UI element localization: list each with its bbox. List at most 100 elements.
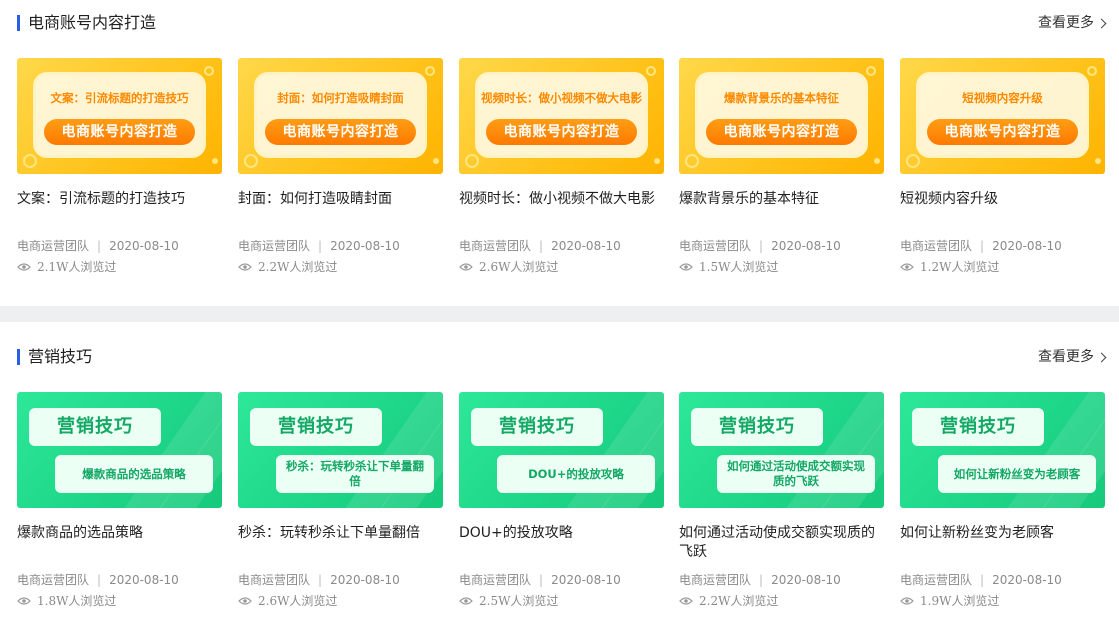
thumbnail-category: 营销技巧 <box>691 408 823 446</box>
eye-icon <box>17 597 31 605</box>
eye-icon <box>679 263 693 271</box>
card-date: 2020-08-10 <box>109 239 179 253</box>
card-views-count: 1.5W人浏览过 <box>699 260 779 274</box>
card-title[interactable]: DOU+的投放攻略 <box>459 524 664 543</box>
section-title: 营销技巧 <box>28 347 93 366</box>
section-header: 营销技巧 查看更多 <box>17 347 1107 367</box>
card-thumbnail[interactable]: 营销技巧 如何通过活动使成交额实现质的飞跃 <box>679 392 884 508</box>
section-divider <box>0 306 1119 322</box>
card-author: 电商运营团队 <box>900 239 973 253</box>
card-date: 2020-08-10 <box>330 239 400 253</box>
card-meta: 电商运营团队 | 2020-08-10 <box>679 239 841 253</box>
card-thumbnail[interactable]: 封面：如何打造吸睛封面 电商账号内容打造 <box>238 58 443 174</box>
card-views: 2.2W人浏览过 <box>679 593 778 609</box>
course-card[interactable]: 文案：引流标题的打造技巧 电商账号内容打造 文案：引流标题的打造技巧 电商运营团… <box>17 58 222 274</box>
card-title[interactable]: 如何让新粉丝变为老顾客 <box>900 524 1105 543</box>
thumbnail-title: 短视频内容升级 <box>962 90 1043 105</box>
chevron-right-icon <box>1096 18 1107 29</box>
eye-icon <box>459 597 473 605</box>
card-views-count: 2.2W人浏览过 <box>258 260 338 274</box>
thumbnail-category: 营销技巧 <box>912 408 1044 446</box>
card-meta: 电商运营团队 | 2020-08-10 <box>900 573 1062 587</box>
card-date: 2020-08-10 <box>551 573 621 587</box>
view-more-label[interactable]: 查看更多 <box>1038 348 1094 366</box>
card-meta: 电商运营团队 | 2020-08-10 <box>459 239 621 253</box>
card-title[interactable]: 封面：如何打造吸睛封面 <box>238 190 443 209</box>
course-card[interactable]: 视频时长：做小视频不做大电影 电商账号内容打造 视频时长：做小视频不做大电影 电… <box>459 58 664 274</box>
card-views-count: 1.9W人浏览过 <box>920 594 1000 608</box>
card-date: 2020-08-10 <box>771 239 841 253</box>
card-meta: 电商运营团队 | 2020-08-10 <box>900 239 1062 253</box>
card-date: 2020-08-10 <box>551 239 621 253</box>
card-title[interactable]: 秒杀：玩转秒杀让下单量翻倍 <box>238 524 443 543</box>
course-card[interactable]: 爆款背景乐的基本特征 电商账号内容打造 爆款背景乐的基本特征 电商运营团队 | 20… <box>679 58 884 274</box>
section-header: 电商账号内容打造 查看更多 <box>17 13 1107 33</box>
card-author: 电商运营团队 <box>679 239 752 253</box>
thumbnail-pill: 电商账号内容打造 <box>44 119 195 145</box>
card-title[interactable]: 短视频内容升级 <box>900 190 1105 209</box>
card-thumbnail[interactable]: 营销技巧 秒杀：玩转秒杀让下单量翻倍 <box>238 392 443 508</box>
card-date: 2020-08-10 <box>330 573 400 587</box>
card-meta: 电商运营团队 | 2020-08-10 <box>679 573 841 587</box>
card-thumbnail[interactable]: 爆款背景乐的基本特征 电商账号内容打造 <box>679 58 884 174</box>
eye-icon <box>238 263 252 271</box>
thumbnail-topic: 如何让新粉丝变为老顾客 <box>938 455 1096 493</box>
section-ecommerce-content: 电商账号内容打造 查看更多 文案：引流标题的打造技巧 电商账号内容打造 文案：引… <box>0 0 1119 306</box>
card-author: 电商运营团队 <box>238 573 311 587</box>
course-card[interactable]: 营销技巧 爆款商品的选品策略 爆款商品的选品策略 电商运营团队 | 2020-08-… <box>17 392 222 608</box>
card-author: 电商运营团队 <box>679 573 752 587</box>
card-thumbnail[interactable]: 短视频内容升级 电商账号内容打造 <box>900 58 1105 174</box>
thumbnail-pill: 电商账号内容打造 <box>265 119 416 145</box>
thumbnail-pill: 电商账号内容打造 <box>706 119 857 145</box>
section-marketing-tips: 营销技巧 查看更多 营销技巧 爆款商品的选品策略 爆款商品的选品策略 电商运营团… <box>0 322 1119 623</box>
card-meta: 电商运营团队 | 2020-08-10 <box>459 573 621 587</box>
thumbnail-topic: 如何通过活动使成交额实现质的飞跃 <box>717 455 875 493</box>
thumbnail-pill: 电商账号内容打造 <box>927 119 1078 145</box>
chevron-right-icon <box>1096 352 1107 363</box>
card-title[interactable]: 爆款背景乐的基本特征 <box>679 190 884 209</box>
eye-icon <box>17 263 31 271</box>
card-title[interactable]: 爆款商品的选品策略 <box>17 524 222 543</box>
thumbnail-title: 爆款背景乐的基本特征 <box>724 90 839 105</box>
card-title[interactable]: 如何通过活动使成交额实现质的飞跃 <box>679 524 884 562</box>
card-thumbnail[interactable]: 视频时长：做小视频不做大电影 电商账号内容打造 <box>459 58 664 174</box>
eye-icon <box>900 263 914 271</box>
eye-icon <box>679 597 693 605</box>
card-title[interactable]: 文案：引流标题的打造技巧 <box>17 190 222 209</box>
card-views: 1.5W人浏览过 <box>679 259 778 275</box>
card-thumbnail[interactable]: 营销技巧 DOU+的投放攻略 <box>459 392 664 508</box>
card-views-count: 1.8W人浏览过 <box>37 594 117 608</box>
thumbnail-topic: 爆款商品的选品策略 <box>55 455 213 493</box>
card-meta: 电商运营团队 | 2020-08-10 <box>17 239 179 253</box>
course-card[interactable]: 短视频内容升级 电商账号内容打造 短视频内容升级 电商运营团队 | 2020-08-… <box>900 58 1105 274</box>
thumbnail-category: 营销技巧 <box>250 408 382 446</box>
card-author: 电商运营团队 <box>17 573 90 587</box>
card-views: 1.2W人浏览过 <box>900 259 999 275</box>
card-views-count: 2.5W人浏览过 <box>479 594 559 608</box>
card-views: 2.1W人浏览过 <box>17 259 116 275</box>
view-more-link[interactable]: 查看更多 <box>1038 14 1107 32</box>
view-more-label[interactable]: 查看更多 <box>1038 14 1094 32</box>
card-views: 1.8W人浏览过 <box>17 593 116 609</box>
card-title[interactable]: 视频时长：做小视频不做大电影 <box>459 190 664 209</box>
card-views-count: 2.6W人浏览过 <box>258 594 338 608</box>
card-views-count: 2.1W人浏览过 <box>37 260 117 274</box>
course-card[interactable]: 封面：如何打造吸睛封面 电商账号内容打造 封面：如何打造吸睛封面 电商运营团队 |… <box>238 58 443 274</box>
card-thumbnail[interactable]: 文案：引流标题的打造技巧 电商账号内容打造 <box>17 58 222 174</box>
thumbnail-category: 营销技巧 <box>29 408 161 446</box>
thumbnail-title: 视频时长：做小视频不做大电影 <box>481 90 642 105</box>
card-views: 2.6W人浏览过 <box>238 593 337 609</box>
course-card[interactable]: 营销技巧 DOU+的投放攻略 DOU+的投放攻略 电商运营团队 | 2020-08-… <box>459 392 664 608</box>
card-author: 电商运营团队 <box>17 239 90 253</box>
card-thumbnail[interactable]: 营销技巧 如何让新粉丝变为老顾客 <box>900 392 1105 508</box>
eye-icon <box>238 597 252 605</box>
course-card[interactable]: 营销技巧 如何让新粉丝变为老顾客 如何让新粉丝变为老顾客 电商运营团队 | 2020… <box>900 392 1105 608</box>
card-thumbnail[interactable]: 营销技巧 爆款商品的选品策略 <box>17 392 222 508</box>
view-more-link[interactable]: 查看更多 <box>1038 348 1107 366</box>
card-views: 2.2W人浏览过 <box>238 259 337 275</box>
course-card[interactable]: 营销技巧 秒杀：玩转秒杀让下单量翻倍 秒杀：玩转秒杀让下单量翻倍 电商运营团队 |… <box>238 392 443 608</box>
card-author: 电商运营团队 <box>900 573 973 587</box>
course-card[interactable]: 营销技巧 如何通过活动使成交额实现质的飞跃 如何通过活动使成交额实现质的飞跃 电… <box>679 392 884 608</box>
card-views-count: 2.2W人浏览过 <box>699 594 779 608</box>
thumbnail-title: 文案：引流标题的打造技巧 <box>50 90 189 105</box>
